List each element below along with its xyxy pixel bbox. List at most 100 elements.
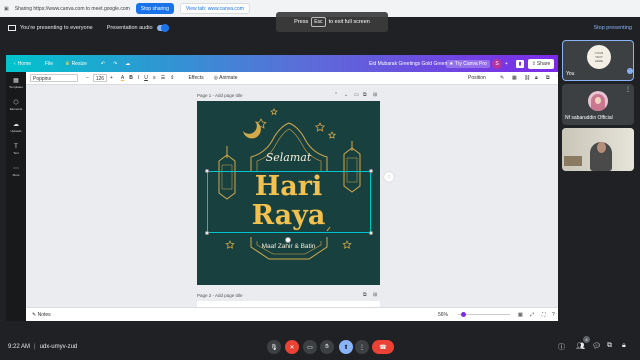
selection-handle-br[interactable] bbox=[369, 231, 373, 235]
page2-copy-icon[interactable]: ⧉ bbox=[363, 292, 367, 298]
trash-icon[interactable]: 🗑︎ bbox=[557, 75, 558, 81]
font-dropdown[interactable]: Poppins bbox=[30, 74, 78, 82]
add-collaborator-icon[interactable]: + bbox=[505, 61, 508, 67]
participant-more-icon[interactable]: ⋮ bbox=[625, 86, 631, 93]
font-size-increase[interactable]: + bbox=[110, 75, 113, 81]
page-chevron-down-icon[interactable]: ⌄ bbox=[344, 92, 348, 98]
analytics-icon[interactable]: ▮ bbox=[516, 59, 524, 68]
page-hide-icon[interactable]: ▭ bbox=[354, 92, 359, 98]
more-options-button[interactable]: ⋮ bbox=[355, 340, 369, 354]
sharing-text: Sharing https://www.canva.com to meet.go… bbox=[14, 5, 130, 12]
share-button[interactable]: ⇪ Share bbox=[528, 58, 554, 69]
home-button[interactable]: ‹ Home bbox=[14, 61, 31, 67]
user-avatar[interactable]: S bbox=[492, 58, 502, 69]
raise-hand-button[interactable]: ✋︎ bbox=[320, 340, 334, 354]
redo-icon[interactable]: ↷ bbox=[113, 61, 117, 67]
notes-icon: ✎ bbox=[32, 311, 37, 318]
presentation-audio-toggle[interactable] bbox=[156, 24, 169, 32]
notes-button[interactable]: ✎ Notes bbox=[32, 312, 51, 318]
font-size-decrease[interactable]: − bbox=[86, 75, 89, 81]
self-more-icon[interactable]: ⋮ bbox=[627, 68, 633, 74]
present-button[interactable]: ⬆ bbox=[339, 340, 353, 354]
sidebar-item-templates[interactable]: ▦ Templates bbox=[6, 72, 26, 94]
page-add-icon[interactable]: ⊞ bbox=[373, 92, 377, 98]
notes-label: Notes bbox=[37, 311, 51, 318]
more-icon: ⋯ bbox=[13, 165, 19, 172]
undo-icon[interactable]: ↶ bbox=[101, 61, 105, 67]
page1-title[interactable]: Page 1 - Add page title bbox=[197, 93, 243, 98]
transparency-icon[interactable]: ▦ bbox=[512, 75, 517, 81]
font-size-field[interactable]: 126 bbox=[92, 74, 107, 82]
zoom-level[interactable]: 56% bbox=[438, 312, 448, 318]
video-shelf-shape bbox=[564, 156, 582, 166]
file-menu[interactable]: File bbox=[45, 61, 53, 67]
comment-icon[interactable]: ◌ bbox=[384, 172, 394, 182]
help-icon[interactable]: ? bbox=[552, 312, 555, 318]
fit-icon[interactable]: ⤢ bbox=[530, 312, 534, 318]
selection-handle-tl[interactable] bbox=[205, 169, 209, 173]
self-tile[interactable]: YOUR TEXT HERE You ⋮ bbox=[562, 40, 634, 81]
sidebar-item-more[interactable]: ⋯ More bbox=[6, 160, 26, 182]
mic-button[interactable]: 🎙︎ bbox=[267, 340, 281, 354]
canva-footer: ✎ Notes 56% ▦ ⤢ ⛶ ? bbox=[26, 307, 558, 321]
lock-icon[interactable]: 🔒︎ bbox=[535, 75, 538, 81]
selection-handle-bl[interactable] bbox=[205, 231, 209, 235]
stop-presenting-button[interactable]: Stop presenting bbox=[593, 25, 632, 31]
duplicate-icon[interactable]: ⧉ bbox=[546, 75, 550, 81]
list-icon[interactable]: ☰ bbox=[161, 75, 165, 81]
resize-label: Resize bbox=[71, 60, 87, 67]
resize-button[interactable]: ♛ Resize bbox=[65, 61, 87, 67]
clock-time: 9:22 AM bbox=[8, 344, 31, 350]
animate-button[interactable]: ◎ Animate bbox=[214, 75, 238, 81]
chat-icon[interactable]: 💬︎ bbox=[592, 342, 601, 350]
bold-icon[interactable]: B bbox=[129, 75, 133, 81]
design-selamat-text[interactable]: Selamat bbox=[197, 151, 380, 164]
page2-title[interactable]: Page 2 - Add page title bbox=[197, 293, 243, 298]
meeting-details-icon[interactable]: ⓘ bbox=[558, 342, 565, 352]
rotate-handle[interactable] bbox=[285, 237, 291, 243]
stop-sharing-button[interactable]: Stop sharing bbox=[135, 3, 174, 14]
paint-icon[interactable]: ✎ bbox=[500, 75, 504, 81]
try-canva-pro-button[interactable]: ★ Try Canva Pro bbox=[446, 59, 490, 68]
sidebar-item-elements[interactable]: ⬡ Elements bbox=[6, 94, 26, 116]
design-canvas[interactable]: Selamat Hari Raya Maaf Zahir & Batin bbox=[197, 101, 380, 285]
text-color-icon[interactable]: A bbox=[121, 75, 124, 81]
hint-rest: to exit full screen bbox=[328, 19, 370, 25]
upload-icon: ⇪ bbox=[531, 60, 536, 67]
self-avatar: YOUR TEXT HERE bbox=[587, 45, 611, 69]
sidebar-item-text[interactable]: T Text bbox=[6, 138, 26, 160]
position-button[interactable]: Position bbox=[468, 75, 486, 81]
italic-icon[interactable]: I bbox=[138, 75, 139, 81]
text-selection-box[interactable] bbox=[207, 171, 371, 233]
participant-tile-video[interactable] bbox=[562, 128, 634, 171]
text-label: Text bbox=[13, 150, 19, 155]
link-icon[interactable]: ⛓ bbox=[524, 75, 530, 81]
activities-icon[interactable]: ⧉ bbox=[607, 342, 612, 350]
effects-button[interactable]: Effects bbox=[188, 75, 203, 81]
captions-button[interactable]: ▭ bbox=[303, 340, 317, 354]
end-call-button[interactable]: ☎ bbox=[372, 340, 394, 354]
align-icon[interactable]: ≡ bbox=[153, 75, 156, 81]
animate-icon: ◎ bbox=[213, 75, 219, 81]
underline-icon[interactable]: U bbox=[144, 75, 148, 81]
host-controls-icon[interactable]: 🔒︎ bbox=[622, 342, 626, 350]
document-title[interactable]: Eid Mubarak Greetings Gold Green bbox=[369, 61, 447, 67]
design-names-text[interactable]: Maaf Zahir & Batin bbox=[197, 243, 380, 250]
fullscreen-icon[interactable]: ⛶ bbox=[542, 312, 546, 318]
page2-add-icon[interactable]: ⊞ bbox=[373, 292, 377, 298]
page-grid-icon[interactable]: ▦ bbox=[518, 312, 523, 318]
participant-tile-nf[interactable]: Nf sabaruddin Official ⋮ bbox=[562, 84, 634, 125]
canva-sidebar: ▦ Templates ⬡ Elements ☁ Uploads T Text ⋯ Mor… bbox=[6, 72, 26, 321]
hint-press: Press bbox=[294, 19, 309, 25]
spacing-icon[interactable]: ⇕ bbox=[170, 75, 174, 81]
page-chevron-up-icon[interactable]: ⌃ bbox=[334, 92, 338, 98]
view-tab-button[interactable]: View tab: www.canva.com bbox=[179, 3, 250, 14]
try-pro-label: Try Canva Pro bbox=[454, 60, 487, 67]
zoom-slider-thumb[interactable] bbox=[461, 312, 466, 317]
sidebar-item-uploads[interactable]: ☁ Uploads bbox=[6, 116, 26, 138]
selection-handle-tr[interactable] bbox=[369, 169, 373, 173]
page-copy-icon[interactable]: ⧉ bbox=[363, 92, 367, 98]
avatar-face-shape bbox=[595, 97, 601, 104]
people-icon[interactable]: 👥︎ bbox=[576, 342, 585, 350]
camera-off-button[interactable]: ✕ bbox=[285, 340, 299, 354]
